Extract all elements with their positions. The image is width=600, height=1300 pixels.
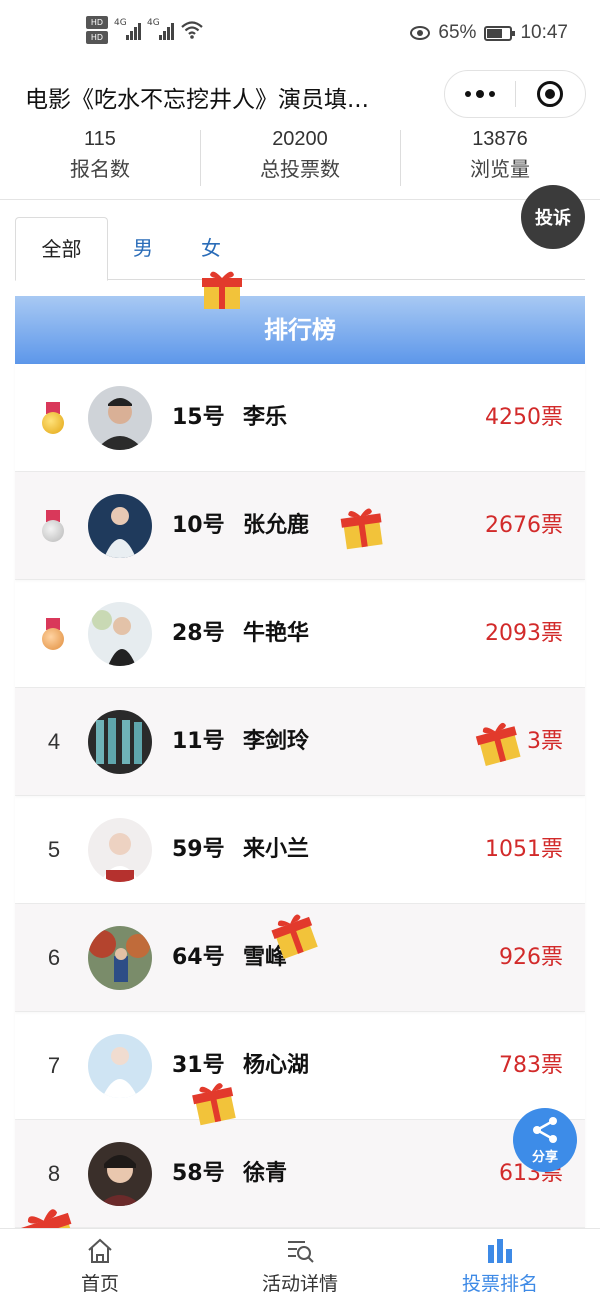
- ranking-row[interactable]: 5 59号 来小兰 1051票: [15, 796, 585, 904]
- entry-name: 徐青: [243, 1161, 288, 1186]
- hd-badge-2: HD: [86, 31, 108, 44]
- entry-name: 张允鹿: [243, 513, 310, 538]
- share-icon: [533, 1117, 557, 1143]
- gift-icon[interactable]: [188, 1076, 240, 1128]
- clock: 10:47: [520, 22, 568, 43]
- status-right: 65% 10:47: [410, 22, 568, 44]
- entry-name: 牛艳华: [243, 621, 310, 646]
- ranking-row[interactable]: 15号 李乐 4250票: [15, 364, 585, 472]
- stat-label: 总投票数: [260, 157, 340, 181]
- stat-label: 浏览量: [470, 157, 530, 181]
- ranking-header: 排行榜: [15, 296, 585, 364]
- avatar: [88, 602, 152, 666]
- page-title: 电影《吃水不忘挖井人》演员填...: [25, 87, 369, 113]
- bottom-nav: 首页 活动详情 投票排名: [0, 1228, 600, 1300]
- entry-number: 11号: [172, 729, 225, 754]
- ranking-row[interactable]: 10号 张允鹿 2676票: [15, 472, 585, 580]
- ranking-list: 15号 李乐 4250票 10号 张允鹿 2676票 28号 牛艳华 2093票…: [15, 364, 585, 1228]
- complain-button[interactable]: 投诉: [521, 185, 585, 249]
- entry-number: 15号: [172, 405, 225, 430]
- hd-badge-1: HD: [86, 16, 108, 29]
- bronze-medal-icon: [42, 618, 64, 652]
- entry-name: 李剑玲: [243, 729, 310, 754]
- stat-views: 13876 浏览量: [400, 125, 600, 199]
- gender-tabs: 全部 男 女: [15, 217, 585, 281]
- home-icon: [88, 1238, 112, 1263]
- rank-number: 5: [47, 837, 61, 862]
- vote-count: 4250票: [485, 405, 563, 430]
- more-icon[interactable]: [445, 71, 515, 117]
- ranking-row[interactable]: 8 58号 徐青 613票: [15, 1120, 585, 1228]
- vote-count: 1051票: [485, 837, 563, 862]
- silver-medal-icon: [42, 510, 64, 544]
- rank-number: 6: [47, 945, 61, 970]
- network-type-1: 4G: [114, 18, 127, 28]
- nav-label: 投票排名: [461, 1273, 538, 1295]
- status-bar: HD HD 4G 4G 65% 10:47: [0, 0, 600, 70]
- bar-chart-icon: [488, 1239, 512, 1263]
- ranking-row[interactable]: 7 31号 杨心湖 783票: [15, 1012, 585, 1120]
- entry-name: 来小兰: [243, 837, 310, 862]
- avatar: [88, 494, 152, 558]
- stat-value: 13876: [472, 128, 528, 150]
- eye-icon: [410, 26, 431, 40]
- gift-icon[interactable]: [200, 267, 244, 311]
- miniprogram-capsule: [444, 70, 586, 118]
- search-list-icon: [288, 1241, 314, 1263]
- vote-count: 783票: [499, 1053, 563, 1078]
- close-miniprogram-icon[interactable]: [516, 71, 586, 117]
- entry-number: 10号: [172, 513, 225, 538]
- battery-icon: [484, 25, 516, 41]
- rank-number: 7: [47, 1053, 61, 1078]
- nav-home[interactable]: 首页: [0, 1229, 200, 1300]
- hd-indicators: HD HD: [86, 16, 108, 44]
- avatar: [88, 1034, 152, 1098]
- share-button[interactable]: 分享: [513, 1108, 577, 1172]
- nav-vote-ranking[interactable]: 投票排名: [400, 1229, 600, 1300]
- wifi-icon: [181, 21, 203, 39]
- avatar: [88, 710, 152, 774]
- stat-value: 115: [84, 128, 116, 150]
- vote-count: 926票: [499, 945, 563, 970]
- stat-value: 20200: [272, 128, 328, 150]
- vote-count: 2093票: [485, 621, 563, 646]
- tab-male[interactable]: 男: [117, 217, 169, 280]
- tab-all[interactable]: 全部: [15, 217, 108, 281]
- signal-icon: 4G: [114, 18, 141, 40]
- avatar: [88, 926, 152, 990]
- vote-count: 2676票: [485, 513, 563, 538]
- title-bar: 电影《吃水不忘挖井人》演员填...: [0, 70, 600, 120]
- entry-number: 59号: [172, 837, 225, 862]
- nav-activity-details[interactable]: 活动详情: [200, 1229, 400, 1300]
- stats-bar: 115 报名数 20200 总投票数 13876 浏览量: [0, 125, 600, 200]
- nav-label: 活动详情: [261, 1273, 338, 1295]
- stat-label: 报名数: [70, 157, 130, 181]
- entry-name: 李乐: [243, 405, 288, 430]
- status-left: HD HD 4G 4G: [86, 16, 204, 44]
- avatar: [88, 386, 152, 450]
- rank-number: 4: [47, 729, 61, 754]
- nav-label: 首页: [80, 1273, 119, 1295]
- entry-number: 64号: [172, 945, 225, 970]
- avatar: [88, 818, 152, 882]
- entry-number: 58号: [172, 1161, 225, 1186]
- entry-number: 28号: [172, 621, 225, 646]
- network-type-2: 4G: [147, 18, 160, 28]
- entry-name: 杨心湖: [243, 1053, 310, 1078]
- signal-icon-2: 4G: [147, 18, 174, 40]
- gold-medal-icon: [42, 402, 64, 436]
- avatar: [88, 1142, 152, 1206]
- gift-icon[interactable]: [337, 502, 387, 552]
- share-label: 分享: [531, 1150, 558, 1165]
- vote-count: 3票: [527, 729, 563, 754]
- stat-signups: 115 报名数: [0, 125, 200, 199]
- battery-percent: 65%: [438, 22, 477, 43]
- stat-total-votes: 20200 总投票数: [200, 125, 400, 199]
- ranking-row[interactable]: 28号 牛艳华 2093票: [15, 580, 585, 688]
